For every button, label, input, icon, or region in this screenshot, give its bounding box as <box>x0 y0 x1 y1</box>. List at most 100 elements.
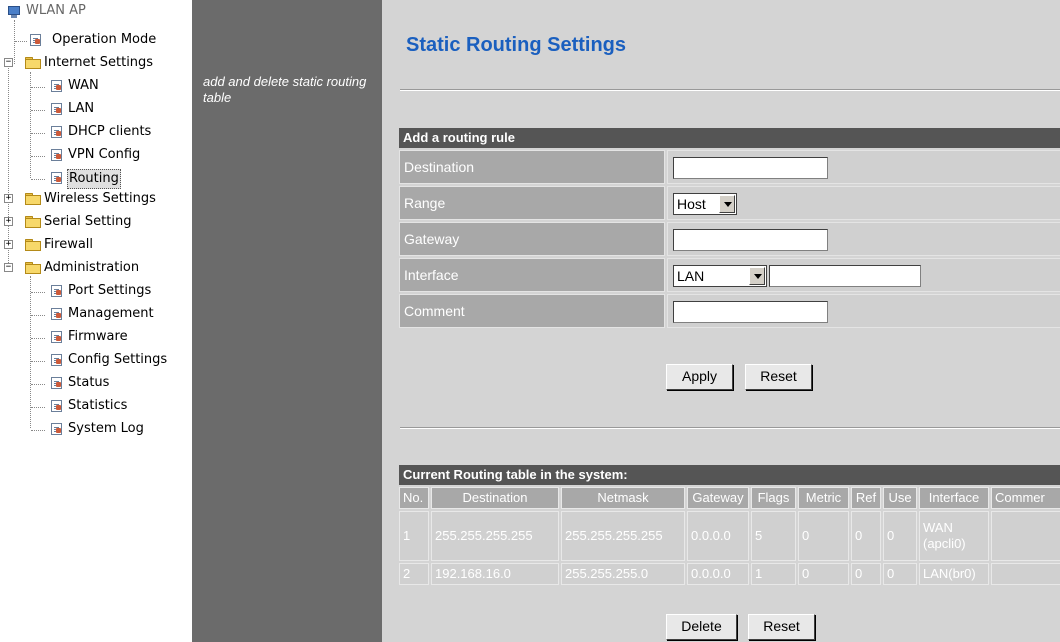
expand-icon[interactable]: + <box>4 194 13 203</box>
delete-button[interactable]: Delete <box>666 614 737 640</box>
column-header-metric: Metric <box>798 487 849 509</box>
destination-label: Destination <box>399 150 665 184</box>
table-cell: 1 <box>399 511 429 561</box>
tree-item-internet-settings[interactable]: − Internet Settings <box>0 54 192 72</box>
collapse-icon[interactable]: − <box>4 263 13 272</box>
column-header-no: No. <box>399 487 429 509</box>
comment-row: Comment <box>399 294 1060 330</box>
comment-cell <box>667 294 1060 328</box>
page-icon <box>51 172 62 184</box>
tree-item-label: Operation Mode <box>52 32 157 47</box>
table-cell: 0.0.0.0 <box>687 511 749 561</box>
table-reset-button[interactable]: Reset <box>748 614 815 640</box>
tree-item-label: Config Settings <box>68 352 168 367</box>
interface-select[interactable]: LAN <box>673 265 767 287</box>
gateway-cell <box>667 222 1060 256</box>
column-header-use: Use <box>883 487 917 509</box>
tree-item-config-settings[interactable]: Config Settings <box>0 351 192 369</box>
table-cell: 1 <box>751 563 796 585</box>
interface-cell: LAN <box>667 258 1060 292</box>
page-icon <box>51 423 62 435</box>
tree-item-label: Statistics <box>68 398 128 413</box>
table-cell: 2 <box>399 563 429 585</box>
tree-item-label: DHCP clients <box>68 124 152 139</box>
tree-item-label: WAN <box>68 78 99 93</box>
table-cell: 255.255.255.0 <box>561 563 685 585</box>
page-icon <box>51 354 62 366</box>
wlan-ap-icon <box>8 6 20 19</box>
table-cell: 0 <box>798 563 849 585</box>
column-header-destination: Destination <box>431 487 559 509</box>
tree-item-statistics[interactable]: Statistics <box>0 397 192 415</box>
expand-icon[interactable]: + <box>4 217 13 226</box>
table-cell: 0 <box>883 563 917 585</box>
destination-row: Destination <box>399 150 1060 186</box>
tree-item-wireless-settings[interactable]: + Wireless Settings <box>0 190 192 208</box>
table-cell: 255.255.255.255 <box>561 511 685 561</box>
tree-item-label: Status <box>68 375 110 390</box>
tree-root-label: WLAN AP <box>26 3 86 18</box>
tree-item-operation-mode[interactable]: Operation Mode <box>0 31 192 49</box>
comment-input[interactable] <box>673 301 828 323</box>
page-icon <box>51 400 62 412</box>
tree-root[interactable]: WLAN AP <box>0 2 192 20</box>
tree-item-administration[interactable]: − Administration <box>0 259 192 277</box>
tree-item-label: Internet Settings <box>44 55 154 70</box>
tree-item-label: Management <box>68 306 154 321</box>
tree-item-status[interactable]: Status <box>0 374 192 392</box>
navigation-tree: WLAN AP Operation Mode − Internet Settin… <box>0 0 192 642</box>
table-cell <box>991 563 1060 585</box>
tree-item-dhcp-clients[interactable]: DHCP clients <box>0 123 192 141</box>
tree-item-serial-setting[interactable]: + Serial Setting <box>0 213 192 231</box>
table-cell: 0 <box>798 511 849 561</box>
tree-item-firewall[interactable]: + Firewall <box>0 236 192 254</box>
folder-icon <box>25 216 41 228</box>
table-cell <box>991 511 1060 561</box>
destination-cell <box>667 150 1060 184</box>
tree-item-label-selected: Routing <box>67 169 121 189</box>
range-row: Range Host <box>399 186 1060 222</box>
collapse-icon[interactable]: − <box>4 58 13 67</box>
add-rule-header: Add a routing rule <box>399 128 1060 148</box>
tree-item-lan[interactable]: LAN <box>0 100 192 118</box>
tree-item-label: VPN Config <box>68 147 141 162</box>
table-cell: 0 <box>851 511 881 561</box>
table-cell: WAN (apcli0) <box>919 511 989 561</box>
page-icon <box>51 331 62 343</box>
apply-button[interactable]: Apply <box>666 364 733 390</box>
interface-row: Interface LAN <box>399 258 1060 294</box>
table-cell: 0.0.0.0 <box>687 563 749 585</box>
column-header-flags: Flags <box>751 487 796 509</box>
column-header-comment: Commer <box>991 487 1060 509</box>
interface-selected-value: LAN <box>677 268 705 284</box>
range-select[interactable]: Host <box>673 193 737 215</box>
tree-item-system-log[interactable]: System Log <box>0 420 192 438</box>
tree-item-label: Wireless Settings <box>44 191 156 206</box>
range-label: Range <box>399 186 665 220</box>
tree-item-port-settings[interactable]: Port Settings <box>0 282 192 300</box>
tree-item-vpn-config[interactable]: VPN Config <box>0 146 192 164</box>
tree-item-label: Serial Setting <box>44 214 132 229</box>
tree-item-firmware[interactable]: Firmware <box>0 328 192 346</box>
column-header-ref: Ref <box>851 487 881 509</box>
destination-input[interactable] <box>673 157 828 179</box>
folder-open-icon <box>25 262 41 274</box>
tree-item-management[interactable]: Management <box>0 305 192 323</box>
tree-item-label: Administration <box>44 260 140 275</box>
gateway-input[interactable] <box>673 229 828 251</box>
dropdown-arrow-icon[interactable] <box>719 195 735 213</box>
reset-button[interactable]: Reset <box>745 364 812 390</box>
folder-icon <box>25 239 41 251</box>
folder-open-icon <box>25 57 41 69</box>
interface-custom-input[interactable] <box>769 265 921 287</box>
page-icon <box>51 377 62 389</box>
table-cell: 0 <box>851 563 881 585</box>
column-header-interface: Interface <box>919 487 989 509</box>
expand-icon[interactable]: + <box>4 240 13 249</box>
page-icon <box>30 34 41 46</box>
tree-item-wan[interactable]: WAN <box>0 77 192 95</box>
tree-item-routing[interactable]: Routing <box>0 169 192 189</box>
dropdown-arrow-icon[interactable] <box>749 267 765 285</box>
table-cell: LAN(br0) <box>919 563 989 585</box>
table-cell: 192.168.16.0 <box>431 563 559 585</box>
